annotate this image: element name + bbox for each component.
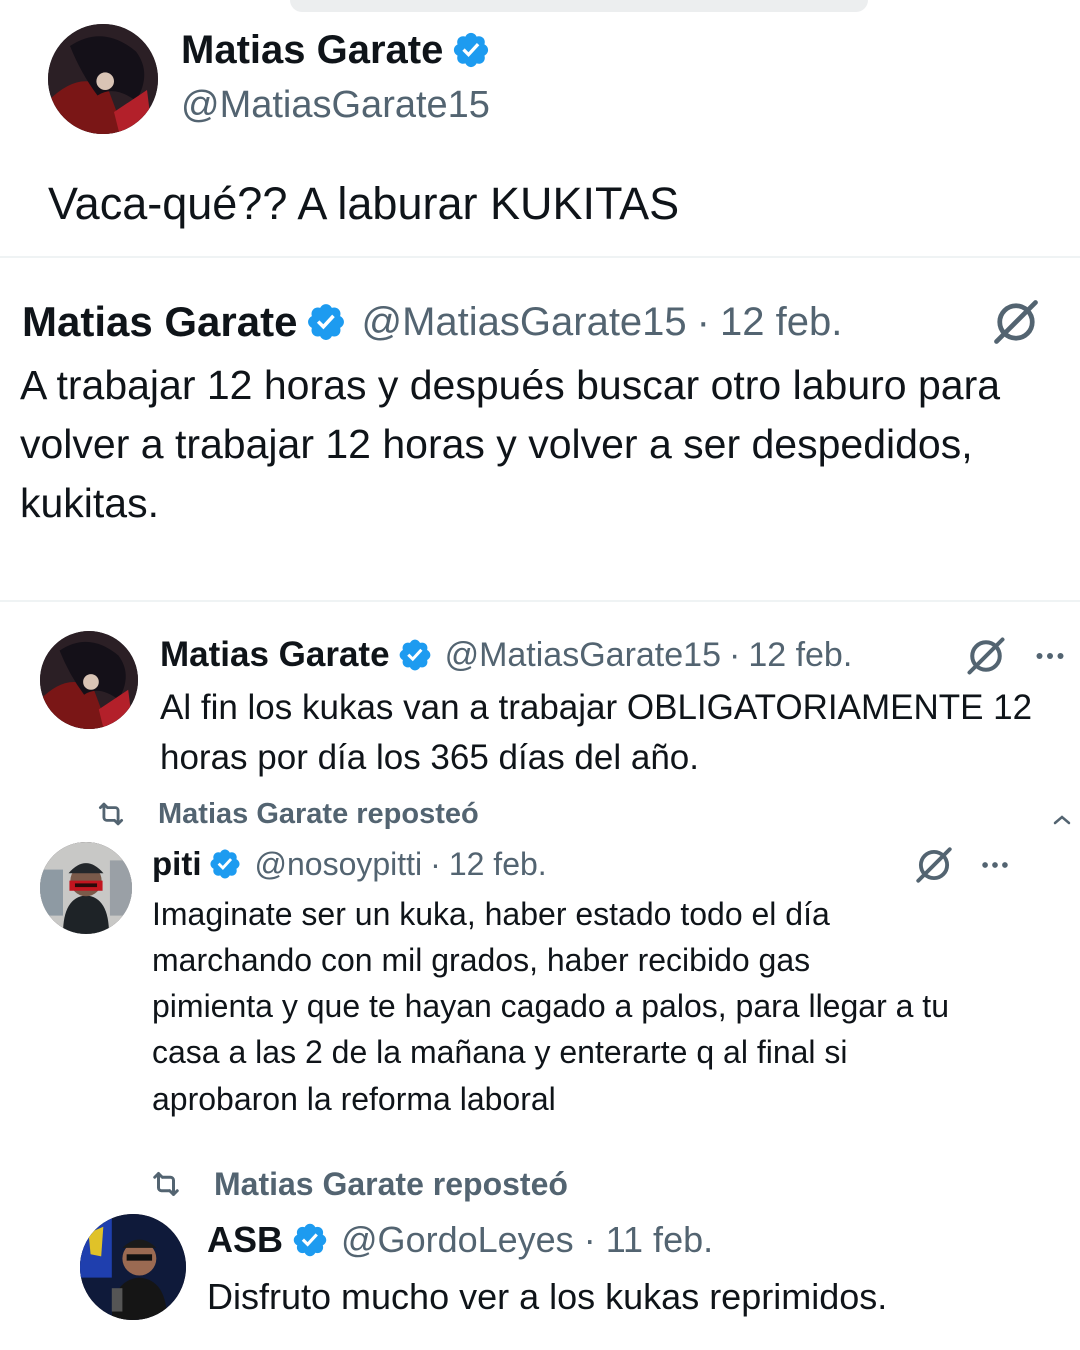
post-header[interactable]: Matias Garate @MatiasGarate15 · 12 feb. — [160, 632, 852, 678]
author-avatar[interactable] — [40, 631, 138, 729]
avatar-image — [48, 24, 158, 134]
avatar-image — [40, 631, 138, 729]
author-handle: @nosoypitti — [254, 845, 423, 882]
quoted-author-name: Matias Garate — [22, 298, 298, 345]
quoted-post-date: 12 feb. — [720, 299, 843, 344]
repost-indicator[interactable]: Matias Garate reposteó — [92, 796, 479, 832]
quoted-text-line: A trabajar 12 horas y después buscar otr… — [20, 362, 1001, 408]
more-icon[interactable] — [976, 848, 1014, 882]
author-avatar[interactable] — [80, 1214, 186, 1320]
author-handle[interactable]: @MatiasGarate15 — [181, 84, 490, 127]
post-text-line: aprobaron la reforma laboral — [152, 1081, 556, 1117]
repost-label: Matias Garate reposteó — [158, 797, 479, 830]
author-avatar[interactable] — [40, 842, 132, 934]
quoted-author-handle: @MatiasGarate15 — [361, 299, 687, 344]
post-text-line: casa a las 2 de la mañana y enterarte q … — [152, 1034, 848, 1070]
post-date: 11 feb. — [605, 1219, 714, 1260]
post-text-line: horas por día los 365 días del año. — [160, 738, 699, 777]
post-text-line: pimienta y que te hayan cagado a palos, … — [152, 988, 949, 1024]
separator-dot: · — [696, 299, 710, 344]
post-text: Vaca-qué?? A laburar KUKITAS — [48, 178, 680, 229]
verified-badge-icon — [305, 301, 347, 343]
post-text-line: Al fin los kukas van a trabajar OBLIGATO… — [160, 688, 1033, 727]
grok-icon[interactable] — [990, 296, 1042, 348]
separator-dot: · — [430, 845, 441, 882]
post-header[interactable]: ASB @GordoLeyes · 11 feb. — [207, 1216, 713, 1264]
repost-indicator[interactable]: Matias Garate reposteó — [146, 1164, 568, 1204]
separator-dot: · — [583, 1219, 596, 1260]
grok-icon[interactable] — [913, 844, 955, 886]
verified-badge-icon — [451, 30, 491, 70]
post-date: 12 feb. — [748, 635, 853, 674]
post-header[interactable]: piti @nosoypitti · 12 feb. — [152, 842, 547, 886]
divider — [0, 600, 1080, 602]
author-name: Matias Garate — [160, 635, 390, 674]
quoted-text-line: volver a trabajar 12 horas y volver a se… — [20, 421, 973, 467]
author-name[interactable]: Matias Garate — [181, 28, 443, 73]
author-name: piti — [152, 845, 202, 882]
top-scroll-bar — [290, 0, 868, 12]
quoted-post-header[interactable]: Matias Garate @MatiasGarate15 · 12 feb. — [22, 296, 842, 348]
divider — [0, 256, 1080, 258]
verified-badge-icon — [208, 847, 242, 881]
chevron-up-icon[interactable] — [1052, 812, 1072, 825]
post-date: 12 feb. — [448, 845, 547, 882]
repost-icon — [146, 1166, 186, 1202]
author-name: ASB — [207, 1219, 284, 1260]
avatar-image — [80, 1214, 186, 1320]
post-text-line: Imaginate ser un kuka, haber estado todo… — [152, 896, 830, 932]
separator-dot: · — [728, 635, 741, 674]
grok-icon[interactable] — [964, 634, 1008, 678]
repost-label: Matias Garate reposteó — [214, 1165, 568, 1202]
author-handle: @MatiasGarate15 — [444, 635, 721, 674]
avatar-image — [40, 842, 132, 934]
author-handle: @GordoLeyes — [341, 1219, 574, 1260]
more-icon[interactable] — [1030, 638, 1070, 674]
post-text-line: Disfruto mucho ver a los kukas reprimido… — [207, 1276, 888, 1317]
verified-badge-icon — [397, 637, 433, 673]
verified-badge-icon — [291, 1221, 329, 1259]
quoted-text-line: kukitas. — [20, 480, 159, 526]
repost-icon — [92, 797, 130, 831]
post-text-line: marchando con mil grados, haber recibido… — [152, 942, 811, 978]
author-avatar[interactable] — [48, 24, 158, 134]
